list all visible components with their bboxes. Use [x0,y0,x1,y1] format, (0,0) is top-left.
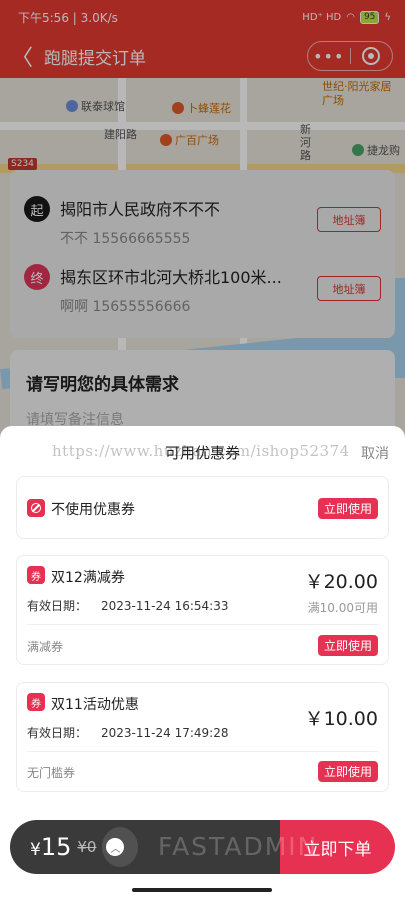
coupon-amount: ￥20.00 [304,571,378,593]
coupon-card[interactable]: 券 双11活动优惠 有效日期： 2023-11-24 17:49:28 ￥10.0… [16,682,389,792]
forbidden-icon [27,499,45,517]
coupon-name: 双11活动优惠 [51,697,139,713]
watermark-text: FASTADMIN [158,832,319,861]
coupon-use-button[interactable]: 立即使用 [318,761,378,782]
price-summary[interactable]: FASTADMIN ¥15 ¥0 ︿ [10,820,316,874]
coupon-amount: ￥10.00 [304,708,378,730]
no-coupon-label: 不使用优惠券 [51,502,135,518]
coupon-divider [27,751,378,752]
coupon-divider [27,624,378,625]
no-coupon-option[interactable]: 不使用优惠券 立即使用 [16,476,389,539]
coupon-use-button[interactable]: 立即使用 [318,635,378,656]
total-price: ¥15 [30,833,72,861]
coupon-date: 有效日期： 2023-11-24 16:54:33 [27,599,229,613]
coupon-icon: 券 [27,693,45,711]
coupon-sheet-title: 可用优惠券 [164,444,240,462]
coupon-icon: 券 [27,566,45,584]
coupon-card[interactable]: 券 双12满减券 有效日期： 2023-11-24 16:54:33 ￥20.00… [16,555,389,665]
watermark-logo [102,827,138,867]
coupon-type: 满减券 [27,640,64,654]
coupon-type: 无门槛券 [27,766,76,780]
original-price: ¥0 [77,838,97,856]
cancel-button[interactable]: 取消 [361,443,389,463]
order-bar: FASTADMIN ¥15 ¥0 ︿ 立即下单 [10,820,395,874]
coupon-condition: 满10.00可用 [307,601,378,615]
coupon-sheet-header: https://www.huzhan.com/ishop52374 可用优惠券 … [0,426,405,476]
home-indicator [132,888,272,892]
coupon-name: 双12满减券 [51,570,125,586]
coupon-date: 有效日期： 2023-11-24 17:49:28 [27,726,229,740]
no-coupon-use-button[interactable]: 立即使用 [318,498,378,519]
